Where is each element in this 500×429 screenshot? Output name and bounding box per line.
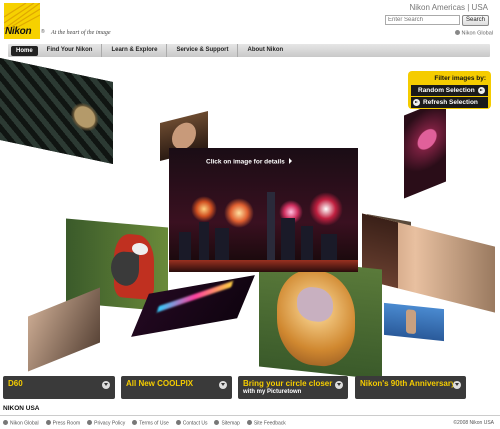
filter-refresh-label: Refresh Selection [423, 99, 478, 106]
region-link[interactable]: Nikon Americas | USA [409, 3, 488, 12]
footer-link-label: Site Feedback [253, 420, 286, 427]
nav-about-nikon[interactable]: About Nikon [238, 44, 292, 57]
gallery-image-golden-monkey[interactable] [259, 256, 382, 380]
firework-4 [309, 192, 343, 226]
chevron-right-icon [288, 158, 292, 164]
click-hint[interactable]: Click on image for details [206, 158, 292, 166]
footer-link-terms-of-use[interactable]: Terms of Use [132, 420, 169, 427]
arrow-right-icon [413, 99, 420, 106]
building-4 [267, 192, 275, 262]
logo-wordmark: Nikon [5, 26, 32, 37]
filter-panel: Filter images by: Random Selection Refre… [408, 71, 491, 109]
bullet-icon [175, 420, 181, 425]
building-3 [215, 228, 229, 262]
footer-link-contact-us[interactable]: Contact Us [175, 420, 208, 427]
gallery-image-hands[interactable] [28, 287, 100, 372]
promo-title: Nikon's 90th Anniversary [360, 379, 456, 388]
bullet-icon [87, 420, 93, 425]
filter-title: Filter images by: [434, 75, 486, 82]
nav-home[interactable]: Home [11, 45, 38, 56]
gallery-image-city-fireworks[interactable] [169, 148, 358, 272]
firework-2 [224, 198, 254, 228]
filter-refresh-selection[interactable]: Refresh Selection [411, 97, 488, 108]
filter-random-selection[interactable]: Random Selection [411, 85, 488, 96]
chevron-down-icon [335, 381, 343, 389]
gallery-image-gate-knob[interactable] [0, 57, 113, 165]
footer-link-label: Press Room [52, 420, 81, 427]
bullet-icon [132, 420, 138, 425]
promo-d60[interactable]: D60 [3, 376, 115, 399]
nikon-global-link[interactable]: Nikon Global [454, 30, 494, 37]
arrow-right-icon [478, 87, 485, 94]
registered-mark: ® [41, 29, 45, 35]
water-reflection [169, 260, 358, 272]
search-button[interactable]: Search [462, 15, 489, 26]
building-5 [281, 218, 295, 262]
promo-coolpix[interactable]: All New COOLPIX [121, 376, 232, 399]
footer-link-nikon-global[interactable]: Nikon Global [3, 420, 39, 427]
footer-link-label: Contact Us [182, 420, 208, 427]
gallery-image-fisherman[interactable] [384, 302, 444, 342]
footer-link-press-room[interactable]: Press Room [45, 420, 81, 427]
footer-divider [0, 415, 500, 416]
globe-icon [454, 30, 460, 35]
bullet-icon [214, 420, 220, 425]
nav-learn-explore[interactable]: Learn & Explore [102, 44, 168, 57]
nikon-logo[interactable]: Nikon [4, 3, 40, 39]
promo-picturetown[interactable]: Bring your circle closer with my Picture… [238, 376, 348, 399]
search-input[interactable] [385, 15, 460, 25]
copyright: ©2008 Nikon USA [453, 420, 494, 426]
bullet-icon [3, 420, 8, 425]
footer-title: NIKON USA [3, 405, 40, 412]
filter-random-label: Random Selection [418, 87, 475, 94]
footer-link-privacy-policy[interactable]: Privacy Policy [87, 420, 125, 427]
chevron-down-icon [453, 381, 461, 389]
promo-title: All New COOLPIX [126, 379, 194, 388]
promo-title: D60 [8, 379, 23, 388]
building-6 [301, 226, 313, 262]
footer-link-label: Privacy Policy [94, 420, 126, 427]
bullet-icon [246, 420, 252, 425]
building-2 [199, 222, 209, 262]
footer-link-site-feedback[interactable]: Site Feedback [246, 420, 286, 427]
building-1 [179, 232, 191, 262]
chevron-down-icon [219, 381, 227, 389]
promo-subtitle: with my Picturetown [243, 389, 302, 395]
bullet-icon [45, 420, 51, 425]
footer-link-label: Sitemap [221, 420, 240, 427]
footer-link-label: Nikon Global [10, 420, 39, 427]
nikon-global-label: Nikon Global [461, 30, 494, 37]
nav-service-support[interactable]: Service & Support [167, 44, 239, 57]
building-7 [321, 234, 337, 262]
footer-link-sitemap[interactable]: Sitemap [214, 420, 240, 427]
footer-link-label: Terms of Use [139, 420, 169, 427]
nav-find-your-nikon[interactable]: Find Your Nikon [38, 44, 103, 57]
footer-links: Nikon Global Press Room Privacy Policy T… [3, 420, 293, 427]
gallery-image-woman-red[interactable] [404, 98, 446, 199]
firework-1 [191, 196, 217, 222]
tagline: At the heart of the image [51, 30, 111, 36]
click-hint-label: Click on image for details [206, 158, 285, 166]
chevron-down-icon [102, 381, 110, 389]
main-nav: Home Find Your Nikon Learn & Explore Ser… [8, 44, 490, 57]
promo-90th-anniversary[interactable]: Nikon's 90th Anniversary [355, 376, 466, 399]
promo-title: Bring your circle closer [243, 379, 333, 388]
